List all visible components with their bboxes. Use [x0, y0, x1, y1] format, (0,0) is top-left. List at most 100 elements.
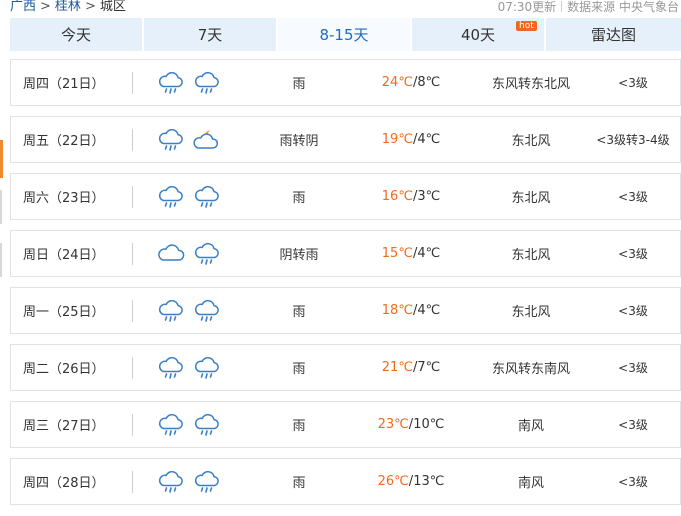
- tab-8-15-days[interactable]: 8-15天: [278, 18, 412, 51]
- temperature-range: 21℃/7℃: [363, 345, 459, 390]
- rain-cloud-icon: [193, 355, 221, 381]
- weather-description: 雨: [292, 362, 306, 377]
- wind-level: <3级转3-4级: [596, 133, 670, 147]
- tab-today[interactable]: 今天: [10, 18, 144, 51]
- breadcrumb-separator: >: [40, 0, 51, 14]
- forecast-row: 周五（22日） 雨转阴 19℃/4℃ 东北风 <3级转3-4级: [10, 116, 681, 163]
- update-time: 07:30更新: [497, 0, 557, 14]
- forecast-tabs: 今天 7天 8-15天 40天 hot 雷达图: [10, 18, 681, 51]
- wind-direction: 东风转东北风: [491, 77, 570, 92]
- weather-icons: [157, 174, 227, 219]
- forecast-row: 周二（26日） 雨 21℃/7℃ 东风转东南风 <3级: [10, 344, 681, 391]
- wind-direction: 南风: [517, 419, 544, 434]
- forecast-day: 周六（23日）: [23, 191, 105, 206]
- breadcrumb-province[interactable]: 广西: [10, 0, 36, 14]
- temperature-range: 18℃/4℃: [363, 288, 459, 333]
- temp-low: 10℃: [413, 417, 445, 432]
- forecast-row: 周四（21日） 雨 24℃/8℃ 东风转东北风 <3级: [10, 59, 681, 106]
- rain-cloud-icon: [193, 469, 221, 495]
- temp-high: 23℃: [377, 417, 409, 432]
- rain-cloud-icon: [157, 70, 185, 96]
- weather-icons: [157, 402, 227, 447]
- row-divider: [132, 129, 133, 151]
- temperature-range: 15℃/4℃: [363, 231, 459, 276]
- forecast-row: 周四（28日） 雨 26℃/13℃ 南风 <3级: [10, 458, 681, 505]
- wind-direction: 东北风: [511, 134, 551, 149]
- tab-7-days[interactable]: 7天: [144, 18, 278, 51]
- rain-cloud-icon: [157, 355, 185, 381]
- moon-cloud-icon: [193, 127, 221, 153]
- weather-icons: [157, 231, 227, 276]
- row-divider: [132, 414, 133, 436]
- rain-cloud-icon: [157, 127, 185, 153]
- tab-radar[interactable]: 雷达图: [546, 18, 681, 51]
- tab-label: 7天: [197, 26, 223, 44]
- forecast-day: 周三（27日）: [23, 419, 105, 434]
- tab-label: 今天: [60, 26, 91, 44]
- breadcrumb-city[interactable]: 桂林: [55, 0, 81, 14]
- rain-cloud-icon: [193, 241, 221, 267]
- wind-level: <3级: [618, 304, 648, 318]
- weather-icons: [157, 288, 227, 333]
- temp-high: 19℃: [381, 132, 413, 147]
- tab-label: 8-15天: [319, 26, 369, 44]
- rain-cloud-icon: [193, 412, 221, 438]
- forecast-day: 周四（21日）: [23, 77, 105, 92]
- rain-cloud-icon: [157, 184, 185, 210]
- wind-level: <3级: [618, 247, 648, 261]
- wind-level: <3级: [618, 76, 648, 90]
- weather-description: 雨: [292, 191, 306, 206]
- weather-icons: [157, 60, 227, 105]
- tab-label: 40天: [460, 26, 496, 44]
- wind-level: <3级: [618, 190, 648, 204]
- tab-40-days[interactable]: 40天 hot: [412, 18, 546, 51]
- rain-cloud-icon: [193, 298, 221, 324]
- temp-low: 8℃: [417, 75, 441, 90]
- hot-badge: hot: [516, 21, 537, 31]
- weather-description: 雨: [292, 419, 306, 434]
- wind-direction: 东风转东南风: [491, 362, 570, 377]
- side-marker: [0, 243, 2, 277]
- temp-high: 24℃: [381, 75, 413, 90]
- forecast-day: 周二（26日）: [23, 362, 105, 377]
- forecast-row: 周日（24日） 阴转雨 15℃/4℃ 东北风 <3级: [10, 230, 681, 277]
- rain-cloud-icon: [157, 469, 185, 495]
- cloud-icon: [157, 241, 185, 267]
- weather-description: 雨: [292, 77, 306, 92]
- forecast-row: 周六（23日） 雨 16℃/3℃ 东北风 <3级: [10, 173, 681, 220]
- forecast-day: 周五（22日）: [23, 134, 105, 149]
- temp-low: 4℃: [417, 303, 441, 318]
- meta-divider: [561, 1, 563, 12]
- weather-icons: [157, 117, 227, 162]
- weather-description: 雨转阴: [279, 134, 319, 149]
- wind-direction: 东北风: [511, 305, 551, 320]
- wind-direction: 南风: [517, 476, 544, 491]
- temperature-range: 23℃/10℃: [363, 402, 459, 447]
- rain-cloud-icon: [157, 298, 185, 324]
- row-divider: [132, 471, 133, 493]
- forecast-row: 周一（25日） 雨 18℃/4℃ 东北风 <3级: [10, 287, 681, 334]
- temp-high: 16℃: [381, 189, 413, 204]
- breadcrumb-separator: >: [84, 0, 96, 14]
- temp-high: 21℃: [381, 360, 413, 375]
- breadcrumb-district: 城区: [99, 0, 126, 14]
- rain-cloud-icon: [193, 184, 221, 210]
- temp-low: 3℃: [417, 189, 441, 204]
- wind-level: <3级: [618, 475, 648, 489]
- forecast-day: 周四（28日）: [23, 476, 105, 491]
- update-meta: 07:30更新 数据来源 中央气象台: [498, 0, 679, 15]
- weather-description: 雨: [292, 305, 306, 320]
- temp-low: 7℃: [417, 360, 441, 375]
- side-marker: [0, 140, 3, 178]
- temperature-range: 26℃/13℃: [363, 459, 459, 504]
- temperature-range: 24℃/8℃: [363, 60, 459, 105]
- row-divider: [132, 186, 133, 208]
- row-divider: [132, 357, 133, 379]
- rain-cloud-icon: [157, 412, 185, 438]
- forecast-day: 周一（25日）: [23, 305, 105, 320]
- data-source: 数据来源 中央气象台: [567, 0, 679, 14]
- weather-description: 雨: [292, 476, 306, 491]
- weather-icons: [157, 459, 227, 504]
- temp-low: 13℃: [413, 474, 445, 489]
- temp-high: 26℃: [377, 474, 409, 489]
